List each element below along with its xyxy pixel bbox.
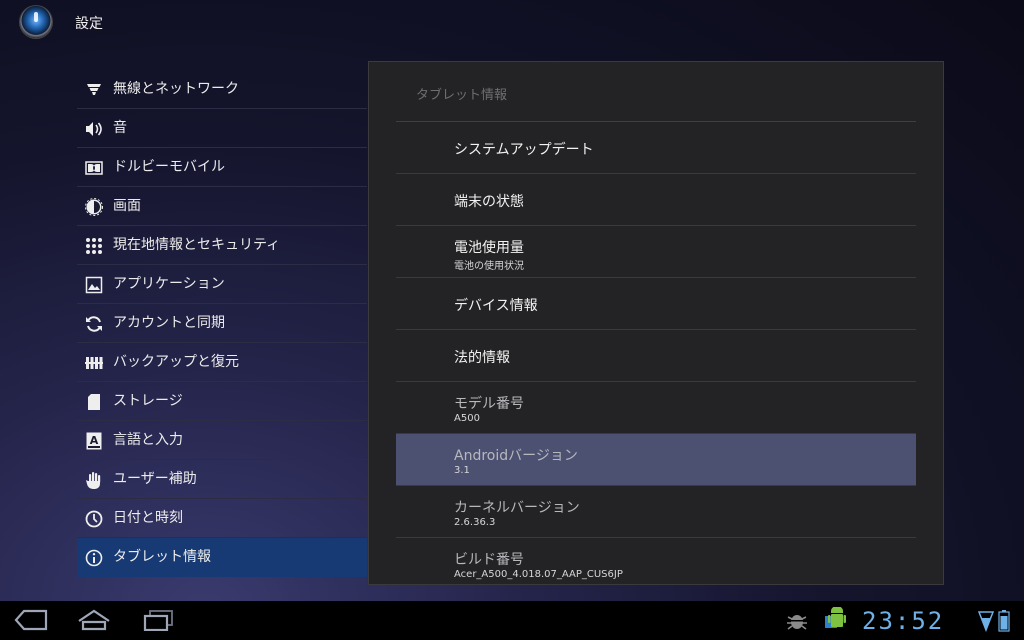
- menu-item-label: 現在地情報とセキュリティ: [113, 237, 281, 253]
- row-title: モデル番号: [454, 396, 524, 412]
- android-notification-icon[interactable]: [822, 606, 850, 637]
- row-build-number: ビルド番号 Acer_A500_4.018.07_AAP_CUS6JP: [396, 538, 916, 590]
- row-title: Androidバージョン: [454, 448, 578, 464]
- row-title: デバイス情報: [454, 298, 538, 314]
- row-title: システムアップデート: [454, 142, 594, 158]
- back-icon[interactable]: [14, 609, 48, 635]
- menu-item-label: アカウントと同期: [113, 315, 225, 331]
- recent-apps-icon[interactable]: [142, 609, 176, 635]
- location-grid-icon: [85, 237, 103, 255]
- dolby-icon: [85, 159, 103, 177]
- settings-app-icon[interactable]: [20, 6, 52, 38]
- info-list: システムアップデート 端末の状態 電池使用量 電池の使用状況 デバイス情報 法的…: [396, 122, 916, 590]
- menu-item-label: タブレット情報: [113, 549, 211, 565]
- menu-item-label: 言語と入力: [113, 432, 183, 448]
- menu-item-label: 日付と時刻: [113, 510, 183, 526]
- clock-display[interactable]: 23:52: [862, 607, 944, 635]
- backup-icon: [85, 354, 103, 372]
- menu-item-dolby[interactable]: ドルビーモバイル: [77, 148, 367, 187]
- menu-item-accessibility[interactable]: ユーザー補助: [77, 460, 367, 499]
- wifi-signal-icon[interactable]: [977, 610, 995, 636]
- row-android-version[interactable]: Androidバージョン 3.1: [396, 434, 916, 486]
- menu-item-label: ユーザー補助: [113, 471, 197, 487]
- brightness-icon: [85, 198, 103, 216]
- clock-icon: [85, 510, 103, 528]
- menu-item-location-security[interactable]: 現在地情報とセキュリティ: [77, 226, 367, 265]
- row-title: 法的情報: [454, 350, 510, 366]
- system-bar: 23:52: [0, 601, 1024, 640]
- debug-bug-icon[interactable]: [786, 611, 808, 635]
- row-title: ビルド番号: [454, 552, 524, 568]
- app-title: 設定: [75, 16, 103, 32]
- battery-icon[interactable]: [998, 610, 1010, 636]
- row-subtitle: 2.6.36.3: [454, 517, 496, 528]
- wifi-icon: [85, 81, 103, 99]
- row-title: 端末の状態: [454, 194, 524, 210]
- menu-item-date-time[interactable]: 日付と時刻: [77, 499, 367, 538]
- row-title: 電池使用量: [454, 240, 524, 256]
- menu-item-accounts-sync[interactable]: アカウントと同期: [77, 304, 367, 343]
- menu-item-label: 無線とネットワーク: [113, 81, 239, 97]
- svg-text:A: A: [90, 434, 99, 447]
- tablet-info-panel: タブレット情報 システムアップデート 端末の状態 電池使用量 電池の使用状況 デ…: [368, 61, 944, 585]
- menu-item-label: 画面: [113, 198, 141, 214]
- action-bar: 設定: [0, 0, 1024, 46]
- sd-card-icon: [85, 393, 103, 411]
- hand-icon: [85, 471, 103, 489]
- row-subtitle: Acer_A500_4.018.07_AAP_CUS6JP: [454, 569, 623, 580]
- sync-icon: [85, 315, 103, 333]
- row-subtitle: A500: [454, 413, 480, 424]
- menu-item-label: ドルビーモバイル: [113, 159, 225, 175]
- row-device-status[interactable]: 端末の状態: [396, 174, 916, 226]
- panel-header: タブレット情報: [416, 88, 508, 103]
- row-system-update[interactable]: システムアップデート: [396, 122, 916, 174]
- info-icon: [85, 549, 103, 567]
- menu-item-label: バックアップと復元: [113, 354, 239, 370]
- row-kernel-version: カーネルバージョン 2.6.36.3: [396, 486, 916, 538]
- menu-item-storage[interactable]: ストレージ: [77, 382, 367, 421]
- menu-item-applications[interactable]: アプリケーション: [77, 265, 367, 304]
- row-model-number: モデル番号 A500: [396, 382, 916, 434]
- menu-item-label: ストレージ: [113, 393, 183, 409]
- menu-item-sound[interactable]: 音: [77, 109, 367, 148]
- applications-icon: [85, 276, 103, 294]
- keyboard-a-icon: A: [85, 432, 103, 450]
- row-battery-use[interactable]: 電池使用量 電池の使用状況: [396, 226, 916, 278]
- menu-item-wireless[interactable]: 無線とネットワーク: [77, 70, 367, 109]
- row-title: カーネルバージョン: [454, 500, 580, 516]
- menu-item-tablet-info[interactable]: タブレット情報: [77, 538, 367, 577]
- row-legal-info[interactable]: 法的情報: [396, 330, 916, 382]
- row-device-info[interactable]: デバイス情報: [396, 278, 916, 330]
- menu-item-backup-restore[interactable]: バックアップと復元: [77, 343, 367, 382]
- menu-item-label: アプリケーション: [113, 276, 225, 292]
- menu-item-display[interactable]: 画面: [77, 187, 367, 226]
- row-subtitle: 電池の使用状況: [454, 261, 524, 272]
- home-icon[interactable]: [77, 609, 111, 635]
- menu-item-language-input[interactable]: A 言語と入力: [77, 421, 367, 460]
- row-subtitle: 3.1: [454, 465, 470, 476]
- speaker-icon: [85, 120, 103, 138]
- settings-menu: 無線とネットワーク 音 ドルビーモバイル 画面 現在地情報とセキュリティ アプリ…: [77, 70, 367, 577]
- menu-item-label: 音: [113, 120, 127, 136]
